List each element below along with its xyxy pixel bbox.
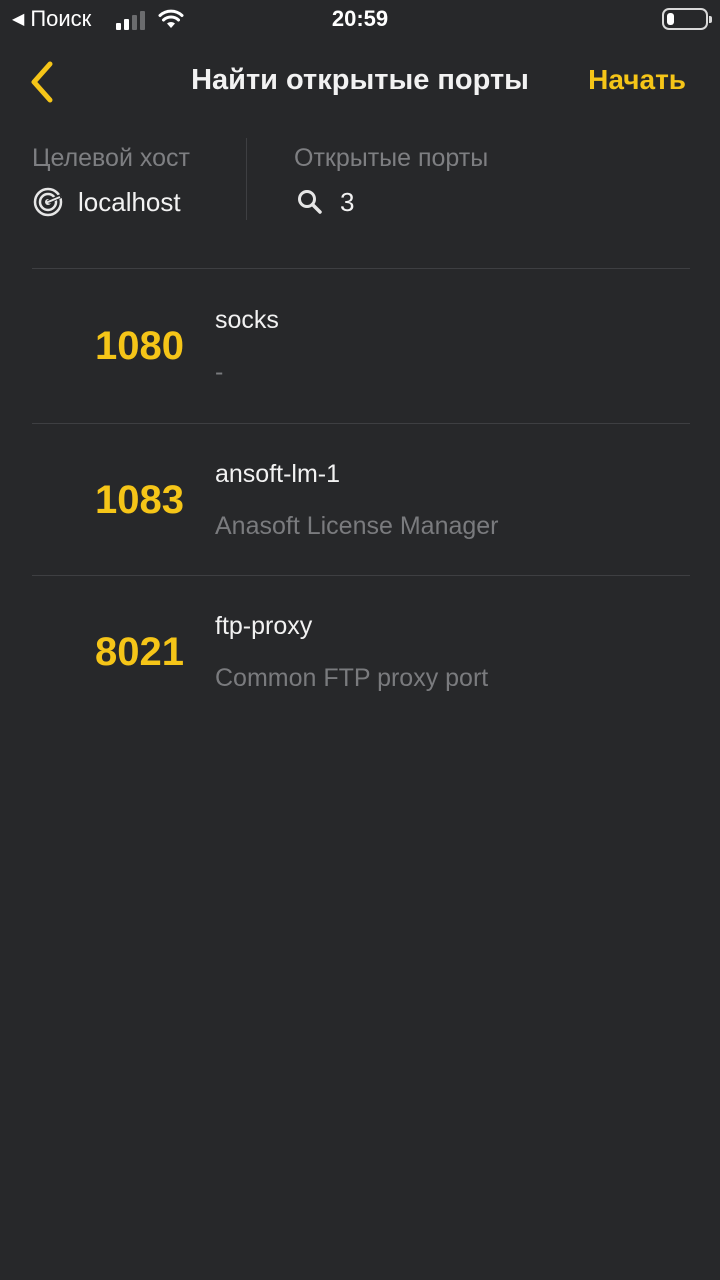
port-row-8021[interactable]: 8021 ftp-proxy Common FTP proxy port — [32, 576, 690, 728]
back-button[interactable] — [24, 58, 64, 106]
nav-bar: Найти открытые порты Начать — [0, 44, 720, 120]
status-time: 20:59 — [331, 6, 389, 31]
port-row-1083[interactable]: 1083 ansoft-lm-1 Anasoft License Manager — [32, 424, 690, 576]
port-service: socks — [215, 306, 279, 334]
port-number: 8021 — [95, 630, 184, 674]
screen: ◀ Поиск 20:59 Найти открытые порты Начат… — [0, 0, 720, 1280]
status-bar: ◀ Поиск 20:59 — [0, 0, 720, 40]
target-host-section: Целевой хост localhost — [32, 138, 246, 220]
port-number: 1083 — [95, 478, 184, 522]
divider — [32, 268, 690, 269]
target-host-value: localhost — [78, 186, 181, 217]
scan-summary: Целевой хост localhost Открытые порты 3 — [32, 138, 690, 220]
open-ports-count: 3 — [340, 186, 355, 217]
port-service: ftp-proxy — [215, 612, 313, 640]
port-number: 1080 — [95, 324, 184, 368]
target-host-icon — [33, 187, 63, 217]
port-service: ansoft-lm-1 — [215, 460, 341, 488]
port-description: Anasoft License Manager — [215, 512, 499, 540]
port-description: Common FTP proxy port — [215, 664, 489, 692]
battery-icon — [662, 8, 712, 30]
port-row-1080[interactable]: 1080 socks - — [32, 270, 690, 422]
search-icon — [298, 190, 322, 214]
open-ports-label: Открытые порты — [294, 144, 489, 172]
start-button[interactable]: Начать — [588, 64, 686, 96]
chevron-left-icon — [31, 61, 53, 103]
port-description: - — [215, 358, 224, 386]
battery-level — [667, 13, 674, 25]
summary-divider — [246, 138, 247, 220]
open-ports-section: Открытые порты 3 — [294, 138, 674, 220]
target-host-label: Целевой хост — [32, 144, 190, 172]
